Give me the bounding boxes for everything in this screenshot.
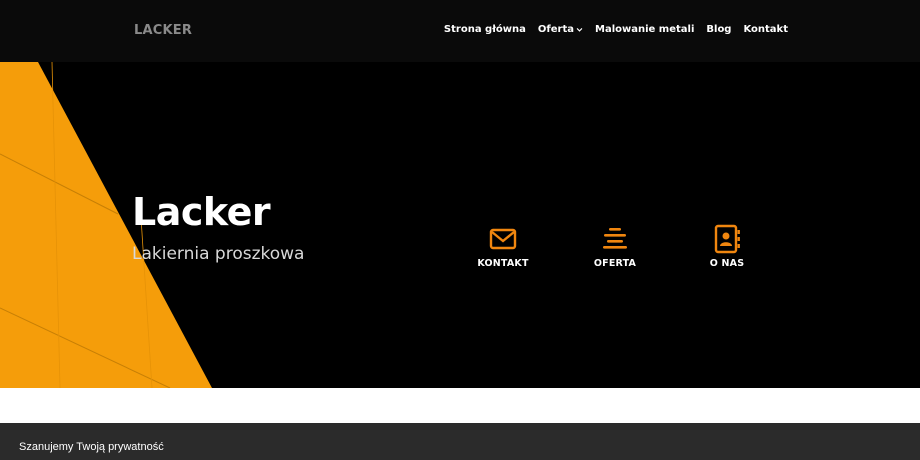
main-nav: Strona główna Oferta Malowanie metali Bl… [444,24,788,35]
nav-label: Strona główna [443,24,526,35]
quick-link-label: OFERTA [593,258,637,269]
site-logo[interactable]: LACKER [134,23,192,38]
nav-label: Blog [706,24,732,35]
chevron-down-icon [576,28,583,32]
quick-link-label: O NAS [709,258,745,269]
envelope-icon [489,228,517,250]
nav-blog[interactable]: Blog [706,24,731,35]
nav-label: Oferta [537,24,574,35]
nav-label: Kontakt [743,24,788,35]
contact-book-icon [714,224,740,254]
quick-link-oferta[interactable]: OFERTA [580,224,650,269]
cookie-banner-title: Szanujemy Twoją prywatność [19,441,164,453]
cookie-banner: Szanujemy Twoją prywatność [0,423,920,460]
list-lines-icon [603,228,627,249]
quick-link-o-nas[interactable]: O NAS [692,224,762,269]
hero-section: Lacker Lakiernia proszkowa KONTAKT OFERT… [0,62,920,388]
nav-malowanie-metali[interactable]: Malowanie metali [595,24,694,35]
hero-subtitle: Lakiernia proszkowa [132,244,305,264]
quick-link-label: KONTAKT [477,258,529,269]
content-gap [0,388,920,423]
nav-label: Malowanie metali [595,24,695,35]
nav-kontakt[interactable]: Kontakt [743,24,788,35]
nav-oferta[interactable]: Oferta [538,24,583,35]
quick-link-kontakt[interactable]: KONTAKT [468,224,538,269]
nav-strona-glowna[interactable]: Strona główna [444,24,526,35]
top-navigation-bar: LACKER Strona główna Oferta Malowanie me… [0,0,920,62]
hero-title: Lacker [132,190,271,234]
